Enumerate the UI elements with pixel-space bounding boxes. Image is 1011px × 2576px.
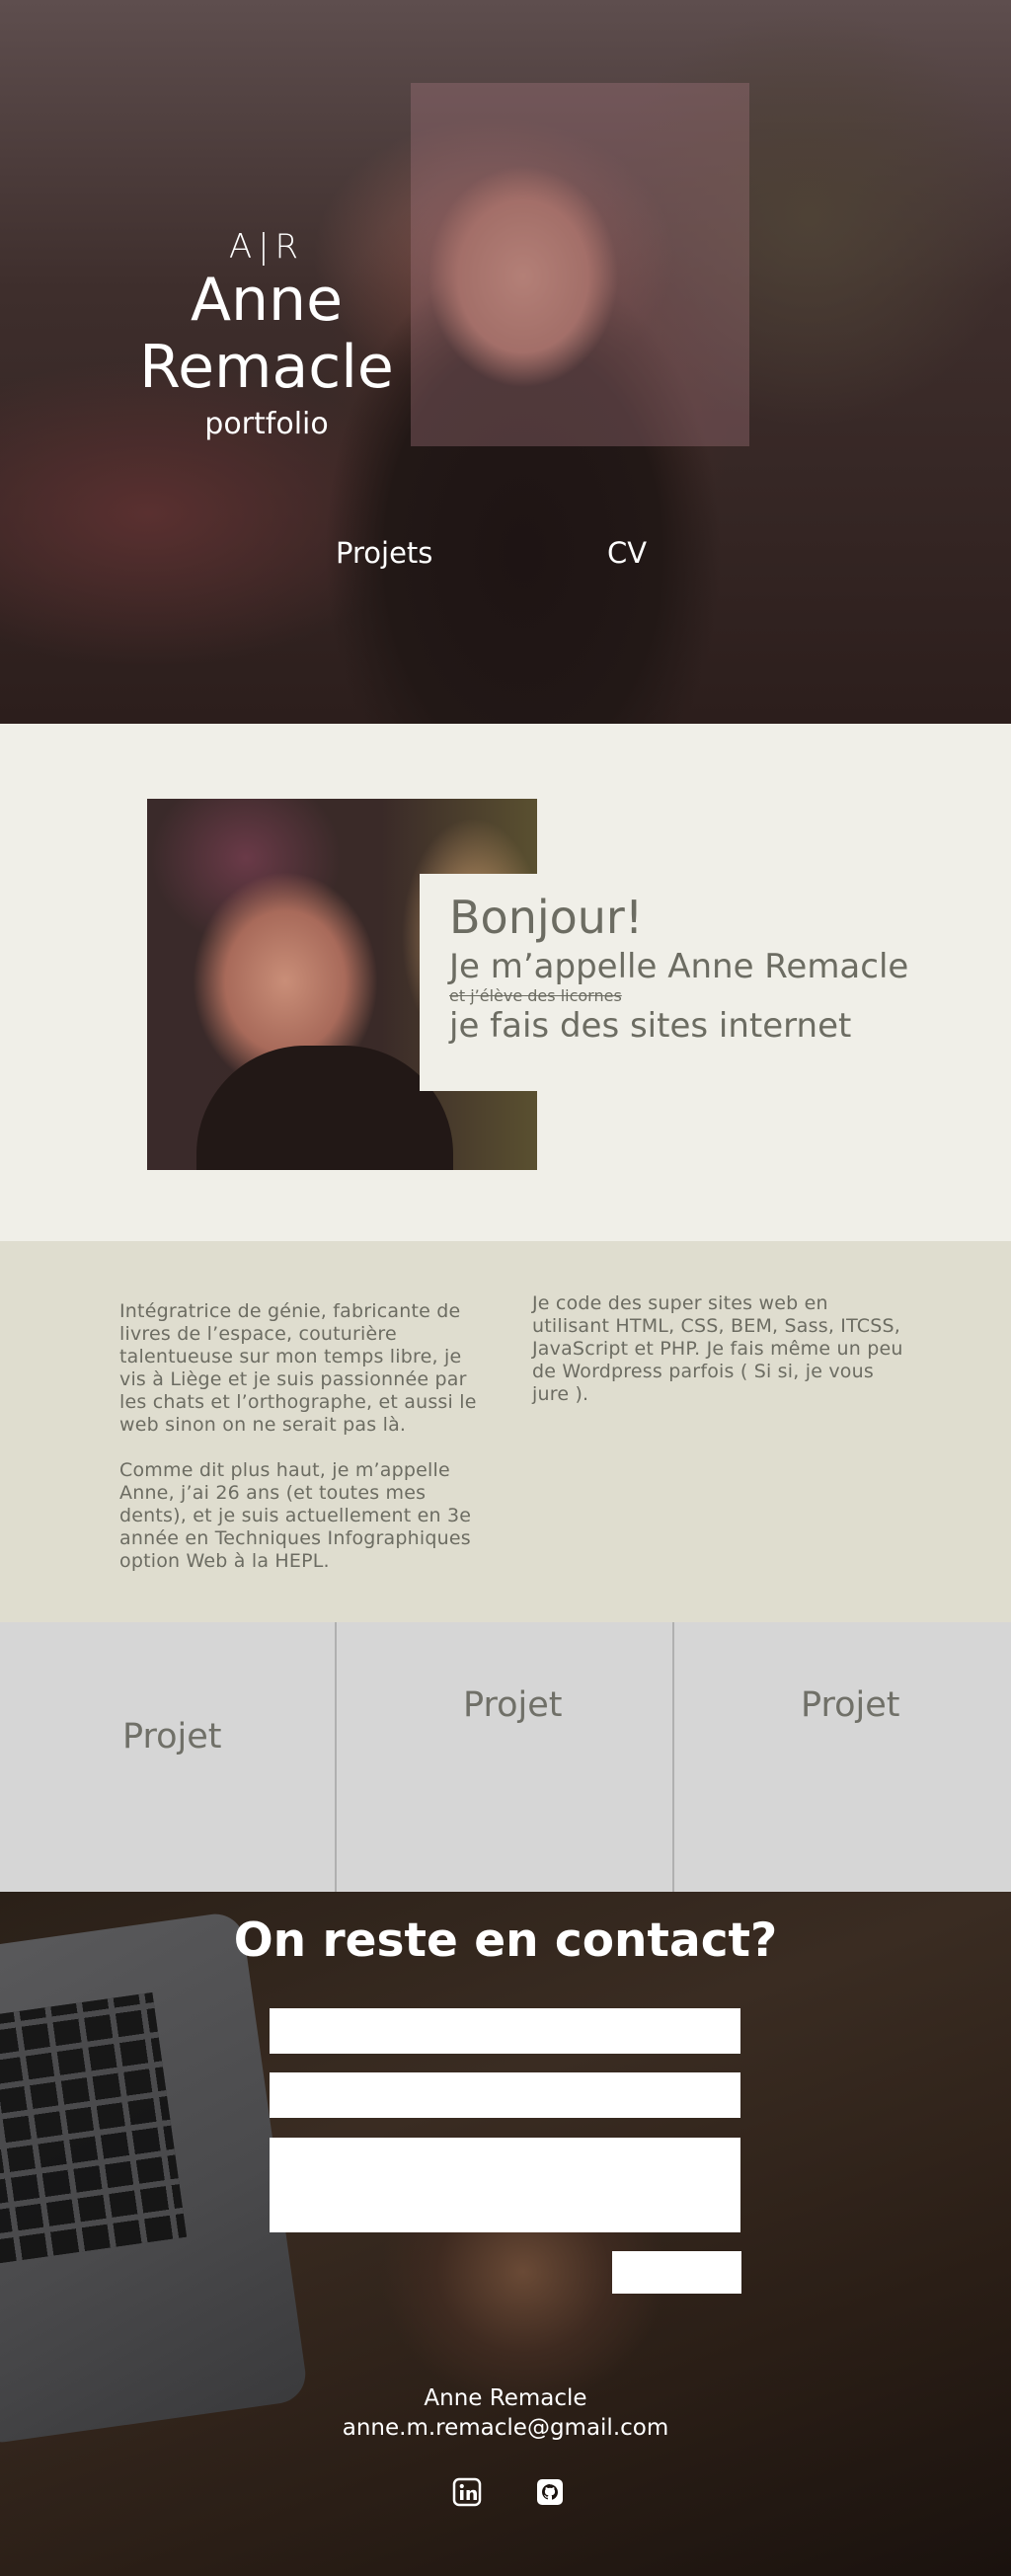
project-label: Projet <box>463 1685 563 1725</box>
profile-photo-figure <box>196 1046 453 1170</box>
description-left-column: Intégratrice de génie, fabricante de liv… <box>119 1300 485 1573</box>
logo-monogram: A|R <box>228 227 305 267</box>
description-section: Intégratrice de génie, fabricante de liv… <box>0 1241 1011 1622</box>
description-paragraph: Comme dit plus haut, je m’appelle Anne, … <box>119 1459 472 1572</box>
contact-email-field[interactable] <box>270 2072 740 2118</box>
description-right-column: Je code des super sites web en utilisant… <box>532 1292 907 1406</box>
project-card-2[interactable]: Projet <box>337 1622 674 1892</box>
about-text: Bonjour! Je m’appelle Anne Remacle et j’… <box>449 892 963 1046</box>
project-card-3[interactable]: Projet <box>674 1622 1011 1892</box>
linkedin-icon[interactable] <box>452 2477 482 2507</box>
hero-section: A|R Anne Remacle portfolio Projets CV <box>0 0 1011 724</box>
nav-projets-link[interactable]: Projets <box>336 536 432 570</box>
hero-logo: A|R Anne Remacle portfolio <box>59 227 474 441</box>
laptop-background-image <box>0 1910 310 2447</box>
side-decoration <box>0 553 14 721</box>
contact-section: On reste en contact? Anne Remacle anne.m… <box>0 1892 1011 2576</box>
site-title: Anne Remacle <box>139 266 394 402</box>
strikethrough-text: et j’élève des licornes <box>449 986 622 1005</box>
description-paragraph: Je code des super sites web en utilisant… <box>532 1292 903 1405</box>
footer-name: Anne Remacle <box>424 2385 587 2411</box>
contact-message-field[interactable] <box>270 2138 740 2232</box>
job-text: je fais des sites internet <box>449 1006 852 1046</box>
send-button[interactable] <box>612 2251 741 2294</box>
projects-section: Projet Projet Projet <box>0 1622 1011 1892</box>
github-icon[interactable] <box>535 2477 565 2507</box>
footer-email-link[interactable]: anne.m.remacle@gmail.com <box>0 2415 1011 2441</box>
site-subtitle: portfolio <box>204 407 329 441</box>
greeting-heading: Bonjour! <box>449 891 644 944</box>
contact-name-field[interactable] <box>270 2008 740 2054</box>
about-section: Bonjour! Je m’appelle Anne Remacle et j’… <box>0 724 1011 1241</box>
project-label: Projet <box>801 1685 900 1725</box>
nav-cv-link[interactable]: CV <box>607 536 647 570</box>
project-label: Projet <box>122 1717 222 1756</box>
description-paragraph: Intégratrice de génie, fabricante de liv… <box>119 1300 477 1436</box>
contact-title: On reste en contact? <box>233 1913 778 1968</box>
project-card-1[interactable]: Projet <box>0 1622 337 1892</box>
intro-text: Je m’appelle Anne Remacle <box>449 947 909 986</box>
laptop-keyboard <box>0 1992 188 2265</box>
